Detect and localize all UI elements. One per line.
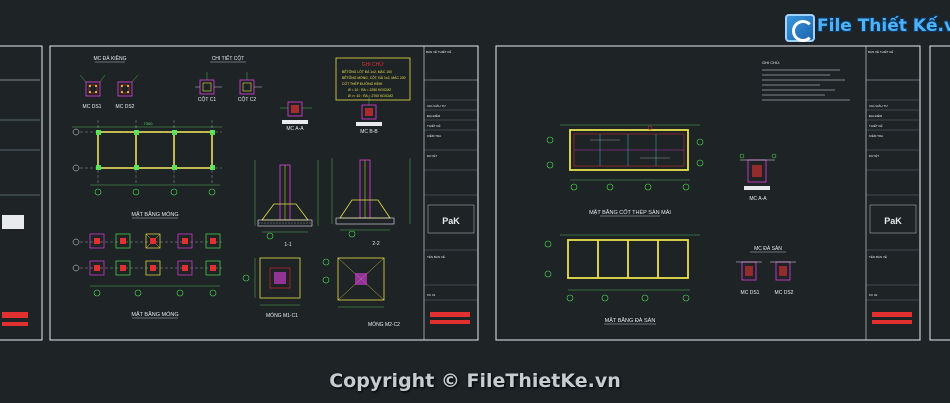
tb1-row-4: DUYỆT — [427, 153, 437, 158]
tb1-row-5: TÊN BẢN VẼ — [427, 254, 445, 259]
label-mong-m1-c1: MÓNG M1-C1 — [266, 312, 298, 319]
note-line-5: Ø >= 10 : RA = 2700 KG/CM2 — [348, 94, 393, 98]
copyright-text: Copyright © FileThietKe.vn — [329, 370, 621, 392]
tb1-row-1: ĐỊA ĐIỂM — [427, 113, 441, 118]
logo-icon — [785, 14, 815, 42]
label-mc-da-san: MC ĐÀ SÀN — [754, 245, 782, 252]
cad-drawing-canvas: MC ĐÁ KIỀNG MC DS1 MC DS2 CHI TIẾT CỘT C… — [0, 0, 950, 403]
label-mc-aa-s2: MC A-A — [749, 196, 767, 202]
dim-total-top: 7300 — [144, 121, 154, 126]
label-cot-c1: CỘT C1 — [198, 96, 216, 103]
notes-title: GHI CHÚ: — [362, 61, 385, 68]
label-cot-c2: CỘT C2 — [238, 96, 256, 103]
tb2-logo: PaK — [884, 216, 902, 226]
label-mc-da-kieng: MC ĐÁ KIỀNG — [93, 55, 126, 62]
note-line-2: BÊTÔNG MÓNG, CỘT, ĐÀ 1x2, MÁC 200 — [342, 75, 406, 80]
tb2-row-1: ĐỊA ĐIỂM — [869, 113, 883, 118]
label-section-1-1: 1-1 — [284, 242, 291, 248]
label-chi-tiet-cot: CHI TIẾT CỘT — [212, 55, 245, 62]
label-mc-ds2-s2: MC DS2 — [775, 290, 794, 296]
label-mc-ds2: MC DS2 — [116, 104, 135, 110]
tb2-row-0: CHỦ ĐẦU TƯ — [869, 103, 888, 108]
label-mat-bang-cot-thep: MẶT BẰNG CỐT THÉP SÀN MÁI — [589, 208, 671, 216]
label-mc-ds1: MC DS1 — [83, 104, 102, 110]
watermark-logo: File Thiết Kế.vn — [785, 10, 950, 46]
label-mat-bang-mong-2: MẶT BẰNG MÓNG — [131, 310, 178, 318]
note-line-3: CỐT THÉP ĐƯỜNG KÍNH — [342, 81, 383, 86]
tb2-row-3: KIỂM TRA — [869, 133, 883, 138]
tb1-row-6: KC 01 — [427, 293, 436, 297]
label-mc-aa-s1: MC A-A — [286, 126, 304, 132]
tb2-row-2: THIẾT KẾ — [869, 123, 882, 128]
tb1-row-3: KIỂM TRA — [427, 133, 441, 138]
tb2-row-7: KC 02 — [869, 293, 878, 297]
watermark-logo-text: File Thiết Kế.vn — [817, 16, 950, 36]
label-mat-bang-da-san: MẶT BẰNG ĐÀ SÀN — [605, 316, 656, 324]
background — [0, 0, 950, 403]
note-line-4: Ø < 10 : RA = 2250 KG/CM2 — [348, 88, 391, 92]
tb2-row-5: TÊN BẢN VẼ — [869, 254, 887, 259]
tb1-row-0: CHỦ ĐẦU TƯ — [427, 103, 446, 108]
tb1-logo: PaK — [442, 216, 460, 226]
label-mat-bang-mong: MẶT BẰNG MÓNG — [131, 210, 178, 218]
label-section-2-2: 2-2 — [372, 241, 379, 247]
tb2-row-4: DUYỆT — [869, 153, 879, 158]
label-mc-ds1-s2: MC DS1 — [741, 290, 760, 296]
tb1-heading: BẢN VẼ THIẾT KẾ — [426, 49, 451, 54]
note-line-1: BÊTÔNG LÓT ĐÁ 1x2, MÁC 100 — [342, 69, 392, 74]
tb1-row-2: THIẾT KẾ — [427, 123, 440, 128]
label-mc-bb-s1: MC B-B — [360, 129, 378, 135]
sheet2-ghi-chu: GHI CHÚ: — [762, 60, 780, 65]
tb2-heading: BẢN VẼ THIẾT KẾ — [868, 49, 893, 54]
label-mong-m2-c2: MÓNG M2-C2 — [368, 321, 400, 328]
